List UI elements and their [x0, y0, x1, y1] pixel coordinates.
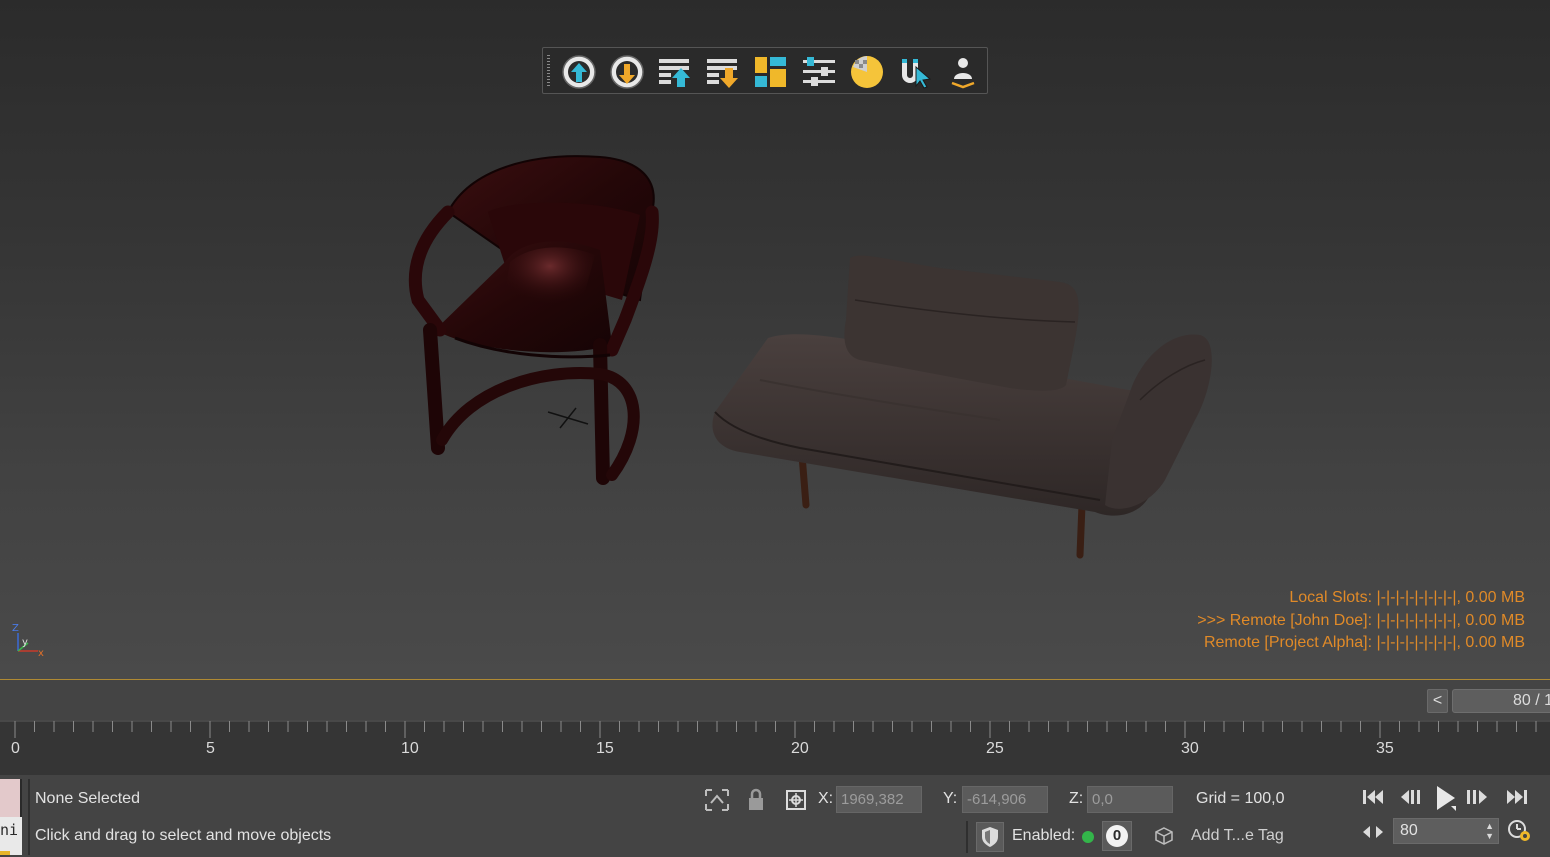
gizmo-y-label: y [22, 637, 28, 648]
time-configuration-icon[interactable] [1506, 818, 1534, 844]
prompt-line: Click and drag to select and move object… [35, 827, 332, 844]
trackbar-tick-label: 35 [1376, 740, 1394, 757]
enabled-label: Enabled: [1012, 827, 1076, 844]
enabled-count: 0 [1106, 825, 1128, 847]
trackbar-tick-label: 30 [1181, 740, 1199, 757]
time-tag-cube-icon[interactable] [1152, 823, 1176, 849]
list-down-icon[interactable] [703, 52, 743, 92]
prev-frame-button[interactable]: < [1427, 689, 1448, 713]
adaptive-degradation-icon[interactable] [976, 822, 1004, 852]
person-icon[interactable] [943, 52, 983, 92]
layout-icon[interactable] [751, 52, 791, 92]
trackbar-tick-label: 15 [596, 740, 614, 757]
upload-icon[interactable] [559, 52, 599, 92]
previous-frame-icon[interactable] [1398, 786, 1424, 808]
z-coord-label: Z: [1069, 790, 1084, 807]
current-frame-spinner[interactable]: 80 ▲ ▼ [1393, 818, 1499, 844]
remote-project-line: Remote [Project Alpha]: |-|-|-|-|-|-|-|-… [1203, 634, 1525, 651]
remote-user-line: >>> Remote [John Doe]: |-|-|-|-|-|-|-|-|… [1197, 611, 1525, 629]
maxscript-text: ni [0, 821, 19, 839]
z-coord-input[interactable]: 0,0 [1087, 786, 1173, 813]
trackbar-tick-label: 25 [986, 740, 1004, 757]
absolute-mode-transform-icon[interactable] [783, 786, 809, 814]
floating-toolbar [542, 47, 988, 94]
trackbar-tick-label: 0 [11, 740, 20, 757]
armchair-model[interactable] [408, 155, 659, 485]
x-coord-input[interactable]: 1969,382 [836, 786, 922, 813]
current-frame-value: 80 [1400, 822, 1418, 839]
magnet-pick-icon[interactable] [895, 52, 935, 92]
enabled-count-button[interactable]: 0 [1102, 821, 1132, 851]
download-icon[interactable] [607, 52, 647, 92]
time-slider-row [0, 680, 1550, 720]
trackbar-tick-label: 5 [206, 740, 215, 757]
list-up-icon[interactable] [655, 52, 695, 92]
gizmo-z-label: Z [12, 623, 19, 634]
spinner-arrows-icon[interactable]: ▲ ▼ [1485, 821, 1494, 841]
isolate-selection-icon[interactable] [702, 786, 732, 814]
add-time-tag[interactable]: Add T...e Tag [1191, 827, 1284, 845]
maxscript-cursor [0, 851, 10, 855]
maxscript-listener-output[interactable] [0, 779, 22, 817]
trackbar-tick-label: 20 [791, 740, 809, 757]
material-sphere-icon[interactable] [847, 52, 887, 92]
status-separator [28, 779, 30, 855]
daybed-model[interactable] [712, 255, 1212, 559]
local-slots-line: Local Slots: |-|-|-|-|-|-|-|-|, 0.00 MB [1289, 589, 1525, 606]
axis-gizmo-icon: Z y x [12, 623, 44, 659]
y-coord-label: Y: [943, 790, 958, 807]
maxscript-mini-listener[interactable]: ni [0, 817, 22, 855]
memory-overlay: Local Slots: |-|-|-|-|-|-|-|-|, 0.00 MB … [1197, 587, 1525, 655]
time-slider-handle[interactable]: 80 / 100 [1452, 689, 1550, 713]
viewport-scene[interactable] [0, 0, 1550, 679]
y-coord-input[interactable]: -614,906 [962, 786, 1048, 813]
enabled-status-dot [1082, 831, 1094, 843]
key-mode-toggle-icon[interactable] [1360, 822, 1386, 842]
grid-size-readout: Grid = 100,0 [1196, 790, 1285, 807]
next-frame-icon[interactable] [1464, 786, 1490, 808]
selection-lock-icon[interactable] [744, 786, 768, 814]
play-icon[interactable] [1432, 783, 1460, 813]
toolbar-grip[interactable] [547, 55, 550, 88]
gizmo-x-label: x [38, 648, 44, 659]
status-separator-2 [966, 821, 968, 853]
go-to-end-icon[interactable] [1504, 786, 1530, 808]
perspective-viewport[interactable]: Local Slots: |-|-|-|-|-|-|-|-|, 0.00 MB … [0, 0, 1550, 679]
selection-status: None Selected [35, 790, 140, 807]
sliders-icon[interactable] [799, 52, 839, 92]
x-coord-label: X: [818, 790, 834, 807]
trackbar-tick-label: 10 [401, 740, 419, 757]
trackbar[interactable]: 051015202530354045505560657075 [0, 720, 1550, 775]
go-to-start-icon[interactable] [1360, 786, 1386, 808]
